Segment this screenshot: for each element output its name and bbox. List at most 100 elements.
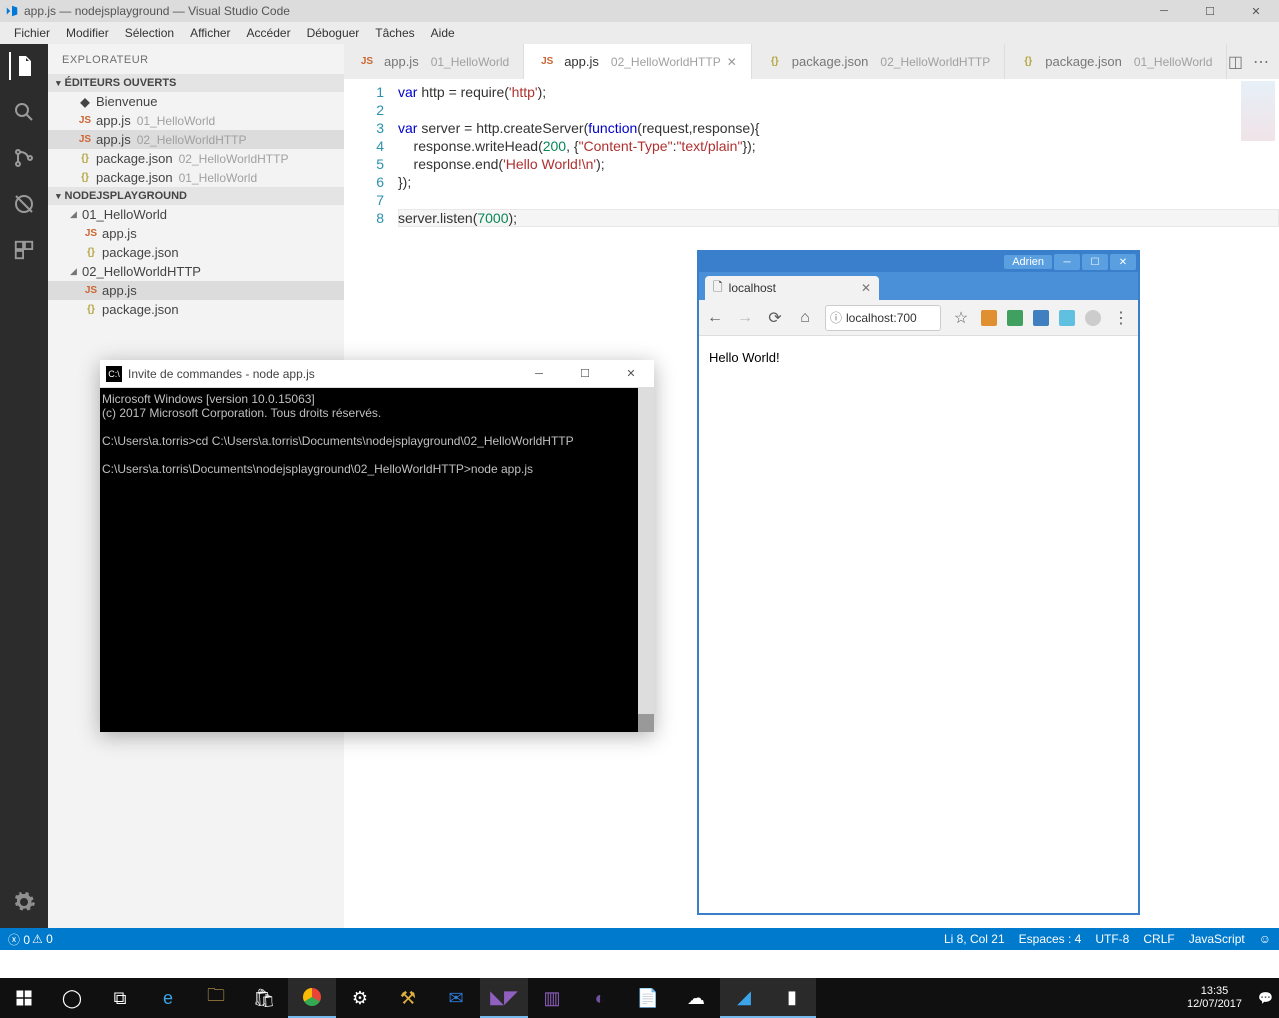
more-actions-icon[interactable]: ⋯	[1253, 52, 1269, 72]
chrome-taskbar-icon[interactable]	[288, 978, 336, 1018]
page-icon: 🗋	[713, 278, 723, 299]
eclipse-icon[interactable]: ◐	[576, 978, 624, 1018]
cmd-output[interactable]: Microsoft Windows [version 10.0.15063] (…	[100, 388, 654, 732]
file-icon: ◆	[76, 95, 94, 109]
minimap[interactable]	[1241, 81, 1275, 141]
cmd-minimize-button[interactable]: ─	[516, 363, 562, 385]
chrome-menu-icon[interactable]: ⋮	[1111, 308, 1131, 328]
page-text: Hello World!	[709, 350, 780, 365]
edge-icon[interactable]: e	[144, 978, 192, 1018]
menu-tâches[interactable]: Tâches	[367, 24, 422, 42]
windows-taskbar: ◯ ⧉ e 🗀 🛍 ⚙ ⚒ ✉ ◣◤ ▥ ◐ 📄 ☁ ◢ ▮ 13:35 12/…	[0, 978, 1279, 1018]
bookmark-star-icon[interactable]: ☆	[951, 308, 971, 328]
file-item[interactable]: {}package.json	[48, 300, 344, 319]
extension-icon[interactable]	[1059, 310, 1075, 326]
file-item[interactable]: JSapp.js	[48, 224, 344, 243]
reload-icon[interactable]: ⟳	[765, 308, 785, 328]
status-warnings[interactable]: ⚠ 0	[32, 932, 53, 946]
menu-aide[interactable]: Aide	[423, 24, 463, 42]
chrome-tab[interactable]: 🗋 localhost ✕	[705, 276, 879, 300]
forward-icon[interactable]: →	[735, 309, 755, 327]
extensions-icon[interactable]	[10, 236, 38, 264]
chrome-close-button[interactable]: ✕	[1110, 254, 1136, 270]
store-icon[interactable]: 🛍	[240, 978, 288, 1018]
explorer-icon[interactable]	[9, 52, 37, 80]
search-icon[interactable]	[10, 98, 38, 126]
settings-gear-icon[interactable]	[10, 888, 38, 916]
site-info-icon[interactable]: ⓘ	[830, 309, 842, 326]
app-icon[interactable]: 📄	[624, 978, 672, 1018]
app-icon[interactable]: ☁	[672, 978, 720, 1018]
status-encoding[interactable]: UTF-8	[1095, 932, 1129, 946]
cmd-taskbar-icon[interactable]: ▮	[768, 978, 816, 1018]
status-lang[interactable]: JavaScript	[1189, 932, 1245, 946]
extension-icon[interactable]	[981, 310, 997, 326]
chrome-tab-close-icon[interactable]: ✕	[861, 281, 871, 295]
file-explorer-icon[interactable]: 🗀	[192, 978, 240, 1018]
folder-item[interactable]: ◢02_HelloWorldHTTP	[48, 262, 344, 281]
debug-icon[interactable]	[10, 190, 38, 218]
menu-sélection[interactable]: Sélection	[117, 24, 182, 42]
status-feedback-icon[interactable]: ☺	[1259, 932, 1271, 946]
notification-center-icon[interactable]: 💬	[1252, 991, 1279, 1005]
cmd-title-bar[interactable]: C:\ Invite de commandes - node app.js ─ …	[100, 360, 654, 388]
maximize-button[interactable]: ☐	[1187, 0, 1233, 22]
taskbar-clock[interactable]: 13:35 12/07/2017	[1177, 985, 1252, 1011]
explorer-header: EXPLORATEUR	[48, 44, 344, 74]
extension-icon[interactable]	[1007, 310, 1023, 326]
status-eol[interactable]: CRLF	[1143, 932, 1174, 946]
file-item[interactable]: {}package.json	[48, 243, 344, 262]
visual-studio-icon[interactable]: ◣◤	[480, 978, 528, 1018]
cmd-maximize-button[interactable]: ☐	[562, 363, 608, 385]
tab-close-icon[interactable]: ✕	[727, 55, 737, 69]
chrome-user-badge[interactable]: Adrien	[1004, 255, 1052, 269]
folder-item[interactable]: ◢01_HelloWorld	[48, 205, 344, 224]
status-cursor[interactable]: Li 8, Col 21	[944, 932, 1005, 946]
app-icon[interactable]: ⚒	[384, 978, 432, 1018]
status-errors[interactable]: ⓧ 0	[8, 931, 30, 948]
vscode-taskbar-icon[interactable]: ◢	[720, 978, 768, 1018]
chrome-tab-strip: 🗋 localhost ✕	[699, 272, 1138, 300]
open-editors-section[interactable]: ÉDITEURS OUVERTS	[48, 74, 344, 92]
split-editor-icon[interactable]: ◫	[1228, 52, 1243, 72]
app-icon[interactable]: ▥	[528, 978, 576, 1018]
outlook-icon[interactable]: ✉	[432, 978, 480, 1018]
task-view-icon[interactable]: ⧉	[96, 978, 144, 1018]
status-spaces[interactable]: Espaces : 4	[1019, 932, 1082, 946]
start-button[interactable]	[0, 978, 48, 1018]
settings-taskbar-icon[interactable]: ⚙	[336, 978, 384, 1018]
cortana-icon[interactable]: ◯	[48, 978, 96, 1018]
open-editor-item[interactable]: {}package.json01_HelloWorld	[48, 168, 344, 187]
editor-tab[interactable]: {}package.json02_HelloWorldHTTP	[752, 44, 1005, 79]
project-section[interactable]: NODEJSPLAYGROUND	[48, 187, 344, 205]
extension-icons	[981, 310, 1101, 326]
open-editor-item[interactable]: JSapp.js02_HelloWorldHTTP	[48, 130, 344, 149]
file-item[interactable]: JSapp.js	[48, 281, 344, 300]
menu-fichier[interactable]: Fichier	[6, 24, 58, 42]
cmd-close-button[interactable]: ✕	[608, 363, 654, 385]
minimize-button[interactable]: ─	[1141, 0, 1187, 22]
back-icon[interactable]: ←	[705, 309, 725, 327]
menu-modifier[interactable]: Modifier	[58, 24, 117, 42]
cmd-scrollbar[interactable]	[638, 388, 654, 732]
extension-icon[interactable]	[1033, 310, 1049, 326]
menu-afficher[interactable]: Afficher	[182, 24, 238, 42]
extension-icon[interactable]	[1085, 310, 1101, 326]
open-editor-item[interactable]: ◆Bienvenue	[48, 92, 344, 111]
git-icon[interactable]	[10, 144, 38, 172]
chrome-minimize-button[interactable]: ─	[1054, 254, 1080, 270]
menu-déboguer[interactable]: Déboguer	[299, 24, 368, 42]
address-bar[interactable]: ⓘ localhost:700	[825, 305, 941, 331]
editor-tab[interactable]: {}package.json01_HelloWorld	[1005, 44, 1227, 79]
cmd-scroll-thumb[interactable]	[638, 714, 654, 732]
editor-tab[interactable]: JSapp.js01_HelloWorld	[344, 44, 524, 79]
chrome-maximize-button[interactable]: ☐	[1082, 254, 1108, 270]
open-editor-item[interactable]: JSapp.js01_HelloWorld	[48, 111, 344, 130]
chrome-frame-bar[interactable]: Adrien ─ ☐ ✕	[699, 252, 1138, 272]
menu-accéder[interactable]: Accéder	[239, 24, 299, 42]
close-button[interactable]: ✕	[1233, 0, 1279, 22]
open-editor-item[interactable]: {}package.json02_HelloWorldHTTP	[48, 149, 344, 168]
window-title: app.js — nodejsplayground — Visual Studi…	[24, 4, 1141, 18]
home-icon[interactable]: ⌂	[795, 309, 815, 327]
editor-tab[interactable]: JSapp.js02_HelloWorldHTTP✕	[524, 44, 752, 79]
